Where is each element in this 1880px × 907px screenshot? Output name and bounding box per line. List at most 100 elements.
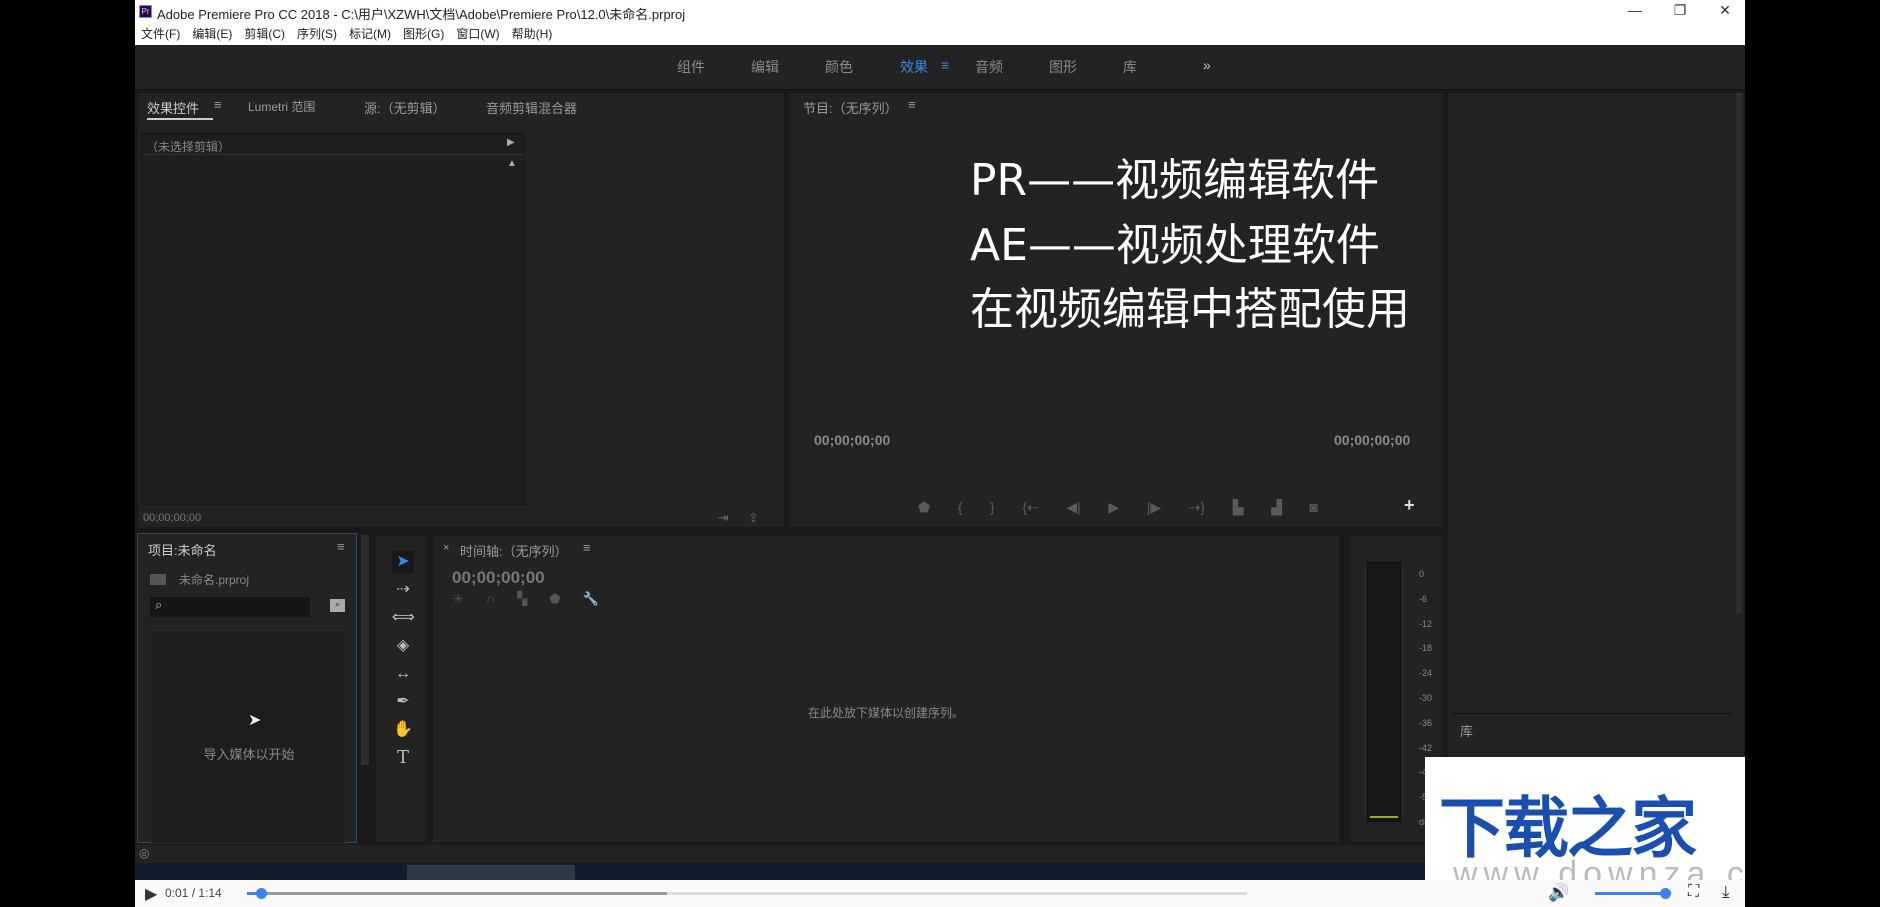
meter-tick-label: -24: [1419, 668, 1432, 678]
filter-icon[interactable]: ⇥: [718, 510, 729, 526]
project-media-area[interactable]: ➤ 导入媒体以开始: [150, 630, 346, 844]
project-panel: 项目:未命名 ≡ 未命名.prproj ⌕ ⌕ ➤ 导入媒体以开始: [137, 533, 357, 843]
step-back-icon[interactable]: ◀|: [1066, 499, 1080, 516]
creative-cloud-icon[interactable]: ◎: [139, 846, 149, 860]
linked-selection-icon[interactable]: ▚: [517, 591, 527, 607]
go-to-in-icon[interactable]: {⇠: [1022, 499, 1038, 516]
caption-line: PR——视频编辑软件: [970, 144, 1379, 208]
timeline-title: 时间轴:（无序列）: [460, 541, 568, 560]
workspace-tab-audio[interactable]: 音频: [975, 57, 1003, 77]
extract-icon[interactable]: ▟: [1271, 499, 1282, 516]
close-button[interactable]: ✕: [1705, 2, 1745, 19]
workspace-tab-graphics[interactable]: 图形: [1049, 57, 1077, 77]
menu-file[interactable]: 文件(F): [141, 27, 180, 41]
add-marker-icon[interactable]: ⬟: [918, 499, 930, 516]
tab-effect-controls[interactable]: 效果控件: [147, 98, 199, 117]
effect-controls-timecode: 00;00;00;00: [143, 512, 201, 524]
tab-source[interactable]: 源:（无剪辑）: [364, 98, 446, 117]
meter-tick-label: -12: [1419, 619, 1432, 629]
volume-slider[interactable]: [1595, 892, 1665, 895]
mark-in-icon[interactable]: {: [958, 499, 963, 516]
meter-tick-label: -30: [1419, 693, 1432, 703]
caption-line: AE——视频处理软件: [970, 209, 1380, 273]
meter-tick-label: 0: [1419, 569, 1424, 579]
menu-sequence[interactable]: 序列(S): [297, 27, 337, 41]
step-forward-icon[interactable]: |▶: [1147, 499, 1161, 516]
effect-controls-list: （未选择剪辑） ▶ ▲: [141, 133, 525, 505]
slip-tool-icon[interactable]: ↔: [392, 663, 414, 685]
lift-icon[interactable]: ▙: [1233, 499, 1244, 516]
volume-icon[interactable]: 🔊: [1548, 883, 1569, 903]
panel-menu-icon[interactable]: ≡: [214, 97, 222, 112]
restore-button[interactable]: ❐: [1660, 2, 1700, 19]
scrollbar[interactable]: [1736, 93, 1742, 613]
expand-arrow-icon[interactable]: ▶: [507, 137, 515, 148]
type-tool-icon[interactable]: T: [392, 747, 414, 769]
play-icon[interactable]: ▶: [1108, 499, 1119, 516]
playhead-timecode[interactable]: 00;00;00;00: [814, 432, 890, 448]
new-search-bin-icon[interactable]: ⌕: [330, 599, 345, 612]
meter-tick-label: -18: [1419, 643, 1432, 653]
fullscreen-icon[interactable]: ⛶: [1688, 883, 1699, 901]
menu-edit[interactable]: 编辑(E): [192, 27, 232, 41]
workspace-tab-color[interactable]: 颜色: [825, 57, 853, 77]
minimize-button[interactable]: —: [1615, 2, 1655, 18]
timeline-track-area[interactable]: 在此处放下媒体以创建序列。: [433, 606, 1339, 842]
workspace-tab-editing[interactable]: 编辑: [751, 57, 779, 77]
seek-handle[interactable]: [256, 888, 267, 899]
volume-handle[interactable]: [1660, 888, 1671, 899]
menu-graphics[interactable]: 图形(G): [403, 27, 444, 41]
track-select-tool-icon[interactable]: ⇢: [392, 579, 414, 601]
menu-markers[interactable]: 标记(M): [349, 27, 391, 41]
pen-tool-icon[interactable]: ✒: [392, 691, 414, 713]
workspace-tab-assembly[interactable]: 组件: [677, 57, 705, 77]
button-editor-plus-icon[interactable]: +: [1404, 495, 1415, 516]
scroll-up-icon[interactable]: ▲: [507, 158, 517, 169]
timeline-toolbar: ✳ ∩ ▚ ⬟ 🔧: [453, 591, 599, 607]
project-search-input[interactable]: ⌕: [150, 597, 310, 617]
mark-out-icon[interactable]: }: [990, 499, 995, 516]
timeline-timecode[interactable]: 00;00;00;00: [452, 568, 545, 588]
caption-line: 在视频编辑中搭配使用: [970, 273, 1410, 337]
menu-bar: 文件(F) 编辑(E) 剪辑(C) 序列(S) 标记(M) 图形(G) 窗口(W) 帮助(H): [135, 24, 1745, 45]
menu-clip[interactable]: 剪辑(C): [244, 27, 285, 41]
export-frame-camera-icon[interactable]: ◙: [1309, 499, 1317, 516]
tab-audio-clip-mixer[interactable]: 音频剪辑混合器: [486, 98, 577, 117]
razor-tool-icon[interactable]: ◈: [392, 635, 414, 657]
workspace-tab-effects[interactable]: 效果: [900, 57, 928, 77]
tab-lumetri-scopes[interactable]: Lumetri 范围: [248, 98, 315, 115]
go-to-out-icon[interactable]: ⇢}: [1189, 499, 1205, 516]
more-workspaces-button[interactable]: »: [1203, 57, 1211, 73]
tools-panel: ➤ ⇢ ⟺ ◈ ↔ ✒ ✋ T: [375, 535, 427, 843]
panel-menu-icon[interactable]: ≡: [908, 97, 916, 112]
hand-tool-icon[interactable]: ✋: [392, 719, 414, 741]
active-tab-underline: [147, 118, 213, 120]
play-button[interactable]: ▶: [145, 884, 157, 904]
close-tab-icon[interactable]: ×: [443, 542, 449, 554]
folder-icon: [150, 574, 166, 585]
meter-tick-label: -36: [1419, 718, 1432, 728]
snap-magnet-icon[interactable]: ∩: [486, 591, 495, 607]
seek-bar[interactable]: [247, 892, 1247, 895]
workspace-menu-icon[interactable]: ≡: [941, 57, 949, 73]
playback-time: 0:01 / 1:14: [165, 886, 222, 900]
ripple-edit-tool-icon[interactable]: ⟺: [392, 607, 414, 629]
scrollbar[interactable]: [361, 535, 369, 765]
nest-icon[interactable]: ✳: [453, 591, 464, 607]
panel-menu-icon[interactable]: ≡: [337, 539, 345, 554]
search-icon: ⌕: [155, 597, 162, 612]
audio-meter-bar: [1367, 562, 1401, 822]
import-media-hint: 导入媒体以开始: [151, 744, 347, 763]
panel-menu-icon[interactable]: ≡: [583, 540, 591, 555]
menu-window[interactable]: 窗口(W): [456, 27, 499, 41]
download-icon[interactable]: ⤓: [1722, 882, 1730, 902]
selection-tool-icon[interactable]: ➤: [392, 551, 414, 573]
wrench-settings-icon[interactable]: 🔧: [583, 591, 599, 607]
menu-help[interactable]: 帮助(H): [512, 27, 553, 41]
export-icon[interactable]: ⇪: [748, 510, 759, 526]
project-file-name: 未命名.prproj: [179, 571, 249, 588]
workspace-tab-libraries[interactable]: 库: [1123, 57, 1137, 77]
taskbar-app-premiere[interactable]: [407, 865, 575, 880]
add-marker-icon[interactable]: ⬟: [549, 591, 560, 607]
premiere-app-icon: Pr: [139, 5, 152, 18]
